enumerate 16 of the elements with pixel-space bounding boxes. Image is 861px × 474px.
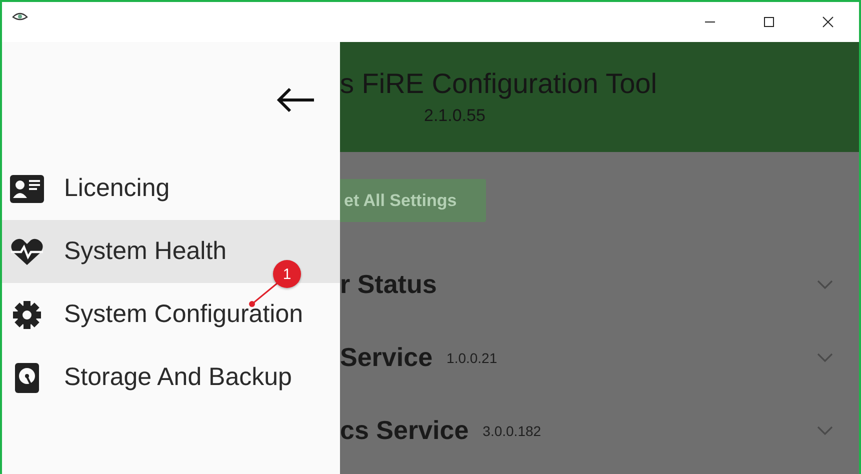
section-version: 3.0.0.182 bbox=[482, 422, 542, 438]
id-card-icon bbox=[10, 174, 44, 204]
app-version: 2.1.0.55 bbox=[424, 106, 486, 126]
heartbeat-icon bbox=[10, 236, 44, 266]
app-logo-icon bbox=[12, 12, 28, 22]
section-title: r Status bbox=[340, 269, 437, 300]
section-title: cs Service bbox=[340, 415, 469, 446]
maximize-icon[interactable] bbox=[763, 16, 775, 28]
back-arrow-icon[interactable] bbox=[276, 86, 316, 112]
settings-icon bbox=[10, 300, 44, 330]
section-title: Service bbox=[340, 342, 433, 373]
drawer-item[interactable]: Licencing bbox=[2, 157, 340, 220]
close-icon[interactable] bbox=[822, 16, 834, 28]
drawer-item[interactable]: Storage And Backup bbox=[2, 346, 340, 409]
section-version: 1.0.0.21 bbox=[446, 350, 498, 366]
app-title: s FiRE Configuration Tool bbox=[340, 68, 657, 100]
